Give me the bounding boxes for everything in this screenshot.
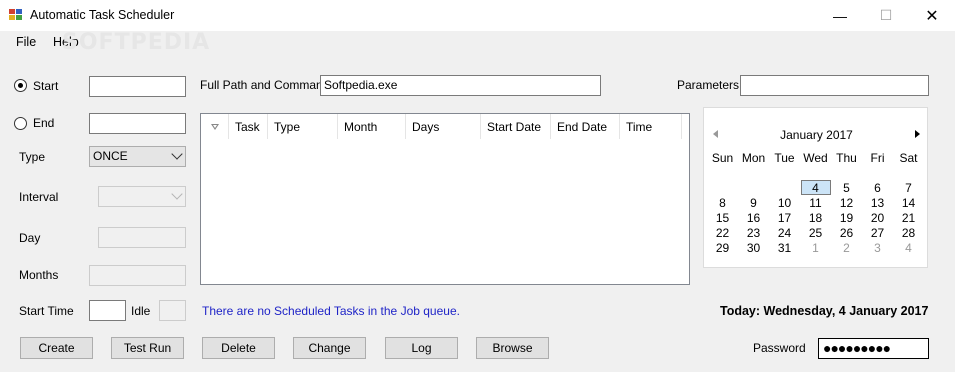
type-combo[interactable]: ONCE [89, 146, 186, 167]
chevron-down-icon [171, 148, 183, 160]
calendar-dow: Sat [899, 151, 918, 165]
end-label: End [33, 116, 55, 130]
column-start-date[interactable]: Start Date [481, 114, 551, 139]
calendar-day[interactable]: 22 [707, 226, 738, 241]
log-button[interactable]: Log [385, 337, 458, 359]
task-list[interactable]: Task Type Month Days Start Date End Date… [200, 113, 690, 285]
watermark: SOFTPEDIA [62, 30, 211, 55]
end-radio[interactable] [14, 117, 27, 130]
calendar-day[interactable]: 8 [707, 196, 738, 211]
calendar-day[interactable]: 17 [769, 211, 800, 226]
column-time[interactable]: Time [620, 114, 682, 139]
end-input[interactable] [89, 113, 186, 134]
idle-label: Idle [131, 304, 151, 318]
calendar-day[interactable]: 21 [893, 211, 924, 226]
column-month[interactable]: Month [338, 114, 406, 139]
calendar-day[interactable]: 26 [831, 226, 862, 241]
minimize-button[interactable]: — [817, 0, 863, 31]
parameters-label: Parameters [677, 78, 740, 92]
calendar-day[interactable]: 24 [769, 226, 800, 241]
start-input[interactable] [89, 76, 186, 97]
start-time-label: Start Time [19, 304, 74, 318]
months-label: Months [19, 268, 59, 282]
calendar-dow: Mon [741, 151, 766, 165]
today-date: Today: Wednesday, 4 January 2017 [720, 304, 929, 318]
calendar-day[interactable]: 27 [862, 226, 893, 241]
calendar-day [738, 181, 769, 196]
window-title: Automatic Task Scheduler [30, 8, 175, 22]
type-combo-value: ONCE [93, 149, 128, 163]
type-label: Type [19, 150, 46, 164]
interval-label: Interval [19, 190, 59, 204]
months-input[interactable] [89, 265, 186, 286]
calendar-day[interactable]: 2 [831, 241, 862, 256]
calendar-day[interactable]: 13 [862, 196, 893, 211]
calendar-day[interactable]: 29 [707, 241, 738, 256]
parameters-input[interactable] [740, 75, 929, 96]
calendar-day[interactable]: 25 [800, 226, 831, 241]
calendar-day[interactable]: 6 [862, 181, 893, 196]
sort-icon [211, 124, 219, 130]
title-bar: Automatic Task Scheduler — ☐ ✕ [0, 0, 955, 31]
month-calendar[interactable]: January 2017 Sun Mon Tue Wed Thu Fri Sat… [703, 107, 928, 268]
calendar-day[interactable]: 31 [769, 241, 800, 256]
calendar-day-today[interactable]: 4 [800, 181, 831, 196]
calendar-day[interactable]: 28 [893, 226, 924, 241]
start-label: Start [33, 79, 59, 93]
calendar-dow: Fri [870, 151, 885, 165]
calendar-day[interactable]: 18 [800, 211, 831, 226]
calendar-dow: Wed [803, 151, 828, 165]
calendar-day[interactable]: 11 [800, 196, 831, 211]
calendar-dow: Thu [836, 151, 857, 165]
change-button[interactable]: Change [293, 337, 366, 359]
idle-input[interactable] [159, 300, 186, 321]
calendar-day[interactable]: 1 [800, 241, 831, 256]
column-days[interactable]: Days [406, 114, 481, 139]
calendar-title[interactable]: January 2017 [704, 128, 929, 142]
calendar-day[interactable]: 20 [862, 211, 893, 226]
task-list-header: Task Type Month Days Start Date End Date… [201, 114, 689, 139]
command-label: Full Path and Command [200, 78, 330, 92]
password-input[interactable]: ●●●●●●●●● [818, 338, 929, 359]
calendar-day[interactable]: 12 [831, 196, 862, 211]
calendar-day[interactable]: 15 [707, 211, 738, 226]
calendar-day[interactable]: 19 [831, 211, 862, 226]
next-month-icon[interactable] [915, 130, 920, 138]
password-label: Password [753, 341, 806, 355]
browse-button[interactable]: Browse [476, 337, 549, 359]
calendar-day[interactable]: 9 [738, 196, 769, 211]
chevron-down-icon [171, 188, 183, 200]
column-task[interactable]: Task [229, 114, 268, 139]
calendar-day[interactable]: 16 [738, 211, 769, 226]
test-run-button[interactable]: Test Run [111, 337, 184, 359]
sort-column[interactable] [201, 114, 229, 139]
column-type[interactable]: Type [268, 114, 338, 139]
calendar-day[interactable]: 4 [893, 241, 924, 256]
calendar-day [769, 181, 800, 196]
calendar-day[interactable]: 14 [893, 196, 924, 211]
command-input[interactable]: Softpedia.exe [320, 75, 601, 96]
calendar-day[interactable]: 10 [769, 196, 800, 211]
create-button[interactable]: Create [20, 337, 93, 359]
calendar-day[interactable]: 3 [862, 241, 893, 256]
app-icon [9, 9, 23, 21]
maximize-button[interactable]: ☐ [863, 0, 909, 31]
calendar-day[interactable]: 5 [831, 181, 862, 196]
delete-button[interactable]: Delete [202, 337, 275, 359]
close-button[interactable]: ✕ [909, 0, 955, 31]
column-end-date[interactable]: End Date [551, 114, 620, 139]
calendar-dow: Sun [711, 151, 734, 165]
calendar-dow: Tue [774, 151, 795, 165]
interval-combo[interactable] [98, 186, 186, 207]
calendar-day[interactable]: 23 [738, 226, 769, 241]
menu-file[interactable]: File [16, 35, 36, 49]
calendar-day [707, 181, 738, 196]
start-radio[interactable] [14, 79, 27, 92]
day-label: Day [19, 231, 41, 245]
start-time-input[interactable] [89, 300, 126, 321]
status-message: There are no Scheduled Tasks in the Job … [202, 304, 460, 318]
day-input[interactable] [98, 227, 186, 248]
calendar-day[interactable]: 30 [738, 241, 769, 256]
calendar-day[interactable]: 7 [893, 181, 924, 196]
